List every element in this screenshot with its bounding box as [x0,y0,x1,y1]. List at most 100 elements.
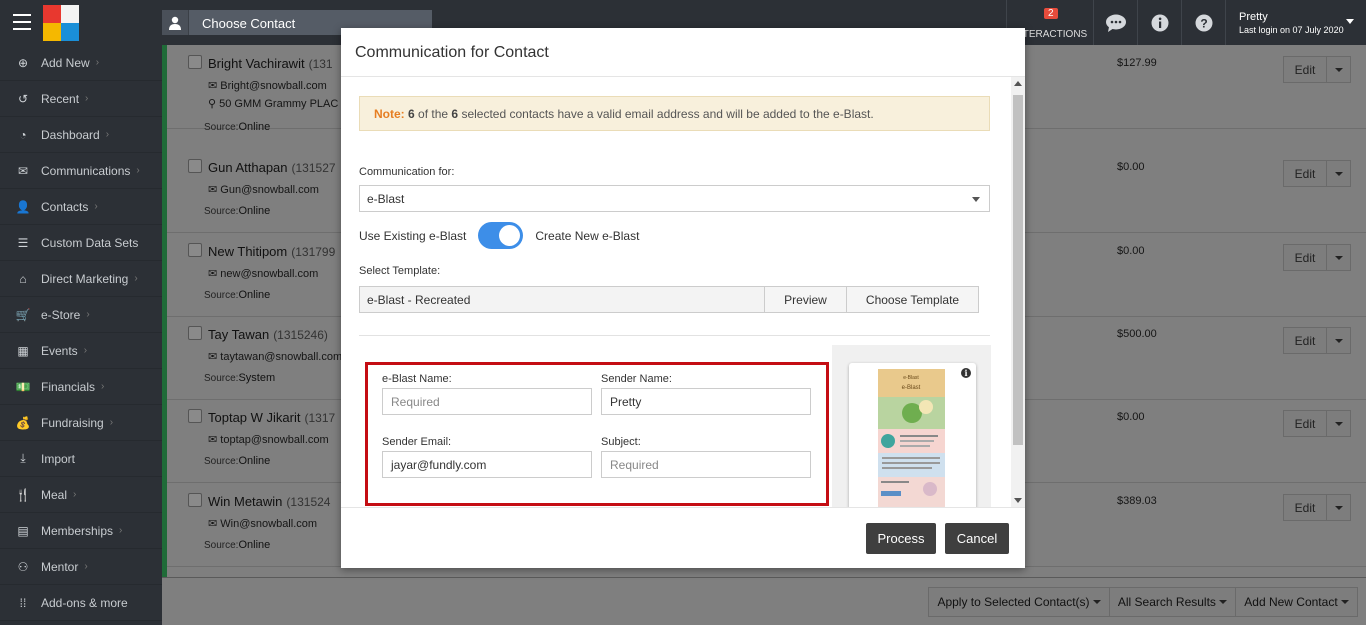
cancel-button[interactable]: Cancel [945,523,1009,554]
sidebar-item-fundraising[interactable]: 💰 Fundraising › [0,405,162,441]
user-menu[interactable]: Pretty Last login on 07 July 2020 [1225,0,1366,45]
eblast-name-input[interactable]: Required [382,388,592,415]
sidebar-item-add-ons[interactable]: ⁞⁞ Add-ons & more [0,585,162,621]
create-new-eblast-label: Create New e-Blast [535,228,640,243]
contact-email[interactable]: ✉ Gun@snowball.com [208,183,319,196]
choose-template-button[interactable]: Choose Template [846,286,979,313]
modal-footer: Process Cancel [341,507,1025,568]
mentor-icon: ⚇ [17,559,29,574]
edit-dropdown-button[interactable] [1327,160,1351,187]
contact-name[interactable]: Win Metawin (131524 [208,494,330,509]
edit-button[interactable]: Edit [1283,494,1327,521]
caret-down-icon [1092,600,1101,604]
money-icon: 💵 [15,379,31,394]
modal-scrollbar[interactable] [1011,77,1025,507]
app-logo[interactable] [43,5,79,41]
envelope-icon: ✉ [208,518,221,530]
highlight-box: e-Blast Name: Required Sender Name: Pret… [365,362,829,506]
sidebar-item-events[interactable]: ▦ Events › [0,333,162,369]
sidebar-item-mentor[interactable]: ⚇ Mentor › [0,549,162,585]
sidebar-item-contacts[interactable]: 👤 Contacts › [0,189,162,225]
contact-email[interactable]: ✉ taytawan@snowball.com [208,350,342,363]
edit-dropdown-button[interactable] [1327,327,1351,354]
plus-circle-icon: ⊕ [17,55,29,70]
use-existing-eblast-label: Use Existing e-Blast [359,228,467,243]
scroll-down-icon[interactable] [1014,498,1022,503]
sidebar-item-financials[interactable]: 💵 Financials › [0,369,162,405]
contact-name[interactable]: New Thitipom (131799 [208,244,335,259]
all-search-results-button[interactable]: All Search Results [1108,587,1237,617]
sidebar-item-memberships[interactable]: ▤ Memberships › [0,513,162,549]
edit-dropdown-button[interactable] [1327,410,1351,437]
sidebar-item-direct-marketing[interactable]: ⌂ Direct Marketing › [0,261,162,297]
edit-button[interactable]: Edit [1283,410,1327,437]
sidebar-item-dashboard[interactable]: ◔ Dashboard › [0,117,162,153]
contact-name[interactable]: Bright Vachirawit (131 [208,56,333,71]
template-thumbnail-image: e-Blast e-Blast [878,369,945,507]
contact-name[interactable]: Gun Atthapan (131527 [208,160,336,175]
sender-email-label: Sender Email: [382,436,452,448]
grid-icon: ⁞⁞ [19,595,27,610]
edit-button[interactable]: Edit [1283,244,1327,271]
database-icon: ☰ [17,235,29,250]
sender-email-input[interactable]: jayar@fundly.com [382,451,592,478]
info-icon[interactable]: i [961,368,971,378]
contact-source: Source:Online [204,455,271,467]
edit-button[interactable]: Edit [1283,327,1327,354]
sidebar-item-communications[interactable]: ✉ Communications › [0,153,162,189]
sender-name-input[interactable]: Pretty [601,388,811,415]
chat-button[interactable] [1093,0,1137,45]
scroll-thumb[interactable] [1013,95,1023,445]
caret-down-icon [1219,600,1228,604]
eblast-mode-toggle[interactable] [478,222,524,249]
row-checkbox[interactable] [188,55,202,69]
contact-email[interactable]: ✉ toptap@snowball.com [208,433,329,446]
contact-email[interactable]: ✉ Win@snowball.com [208,517,317,530]
info-button[interactable] [1137,0,1181,45]
select-template-label: Select Template: [359,265,441,277]
sidebar-item-custom-data-sets[interactable]: ☰ Custom Data Sets [0,225,162,261]
row-checkbox[interactable] [188,326,202,340]
chat-icon [1105,14,1126,32]
contact-amount: $0.00 [1117,411,1145,423]
sidebar-item-import[interactable]: ⤓ Import [0,441,162,477]
info-icon [1151,14,1168,31]
choose-contact-label: Choose Contact [202,16,296,31]
contact-email[interactable]: ✉ new@snowball.com [208,267,318,280]
apply-selected-button[interactable]: Apply to Selected Contact(s) [928,587,1110,617]
eblast-name-label: e-Blast Name: [382,373,452,385]
template-thumbnail[interactable]: i e-Blast e-Blast [849,363,976,507]
caret-down-icon [1334,338,1343,343]
row-checkbox[interactable] [188,409,202,423]
help-button[interactable]: ? [1181,0,1225,45]
process-button[interactable]: Process [866,523,936,554]
moneybag-icon: 💰 [15,415,31,430]
contact-email[interactable]: ✉ Bright@snowball.com [208,79,327,92]
preview-button[interactable]: Preview [764,286,847,313]
row-checkbox[interactable] [188,159,202,173]
edit-button[interactable]: Edit [1283,56,1327,83]
subject-input[interactable]: Required [601,451,811,478]
communication-for-select[interactable]: e-Blast [359,185,990,212]
user-icon [162,10,189,35]
edit-dropdown-button[interactable] [1327,56,1351,83]
contact-name[interactable]: Toptap W Jikarit (1317 [208,410,335,425]
sidebar-item-meal[interactable]: 🍴 Meal › [0,477,162,513]
row-checkbox[interactable] [188,243,202,257]
menu-icon[interactable] [13,14,31,30]
caret-down-icon [1334,505,1343,510]
contact-source: Source:System [204,372,276,384]
edit-button[interactable]: Edit [1283,160,1327,187]
svg-text:?: ? [1200,16,1207,30]
sidebar-item-add-new[interactable]: ⊕ Add New › [0,45,162,81]
edit-dropdown-button[interactable] [1327,244,1351,271]
row-checkbox[interactable] [188,493,202,507]
add-new-contact-button[interactable]: Add New Contact [1235,587,1358,617]
sidebar-item-recent[interactable]: ↺ Recent › [0,81,162,117]
sender-name-label: Sender Name: [601,373,672,385]
edit-dropdown-button[interactable] [1327,494,1351,521]
sidebar-item-e-store[interactable]: 🛒 e-Store › [0,297,162,333]
contact-amount: $500.00 [1117,328,1157,340]
scroll-up-icon[interactable] [1014,81,1022,86]
contact-name[interactable]: Tay Tawan (1315246) [208,327,328,342]
